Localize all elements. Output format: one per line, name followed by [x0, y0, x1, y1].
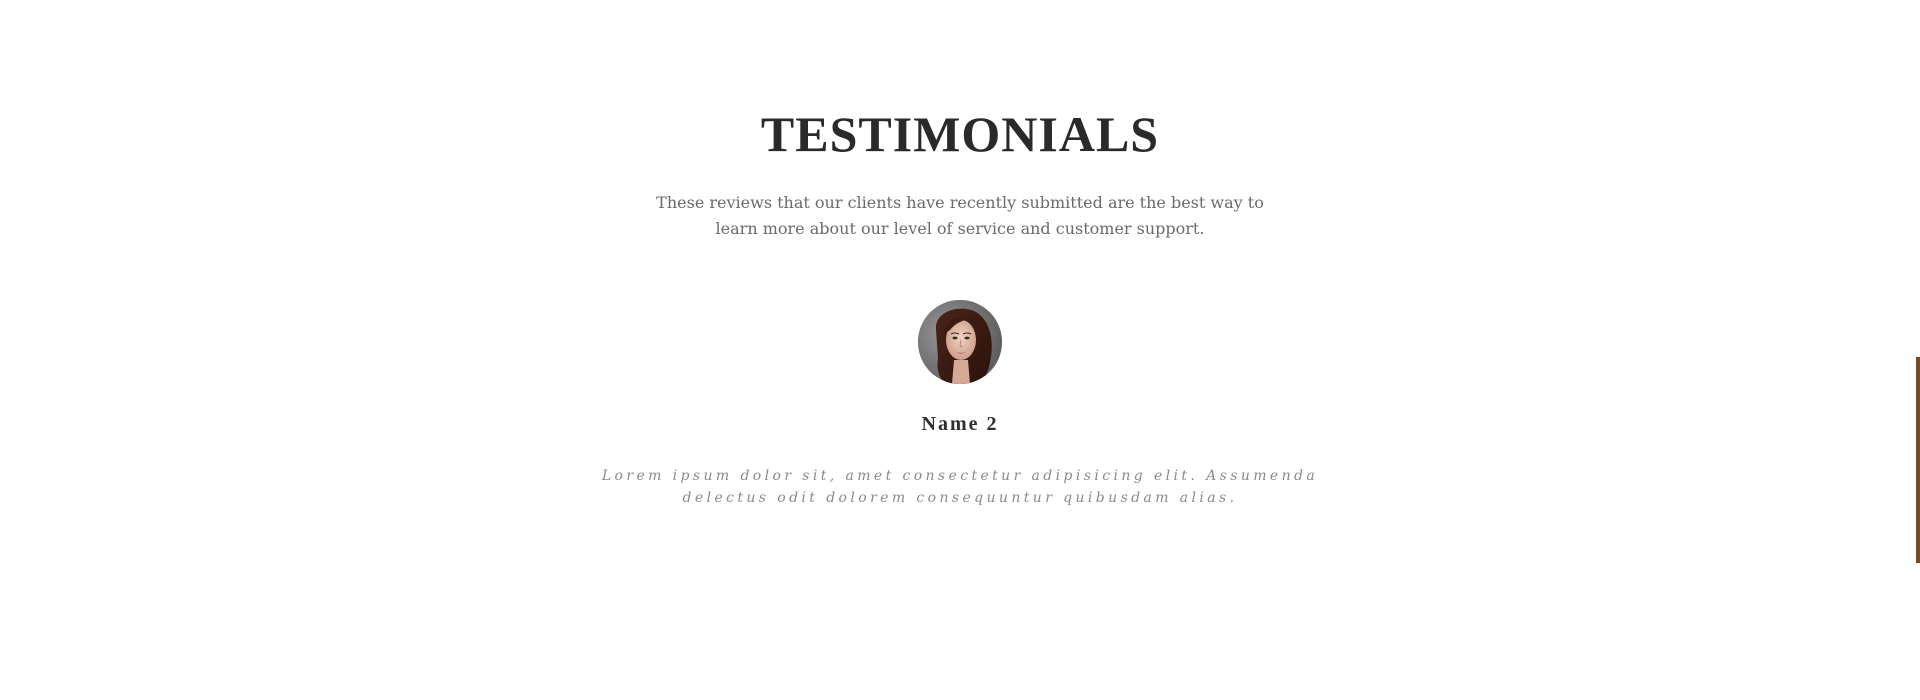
avatar: [918, 300, 1002, 384]
section-subtitle: These reviews that our clients have rece…: [656, 193, 1264, 238]
portrait-woman-icon: [918, 300, 1002, 384]
testimonial-name: Name 2: [921, 413, 999, 435]
testimonials-section: TESTIMONIALS These reviews that our clie…: [0, 0, 1920, 700]
section-title: TESTIMONIALS: [760, 106, 1160, 162]
scroll-indicator[interactable]: [1916, 357, 1920, 563]
testimonial-quote: Lorem ipsum dolor sit, amet consectetur …: [601, 468, 1319, 506]
